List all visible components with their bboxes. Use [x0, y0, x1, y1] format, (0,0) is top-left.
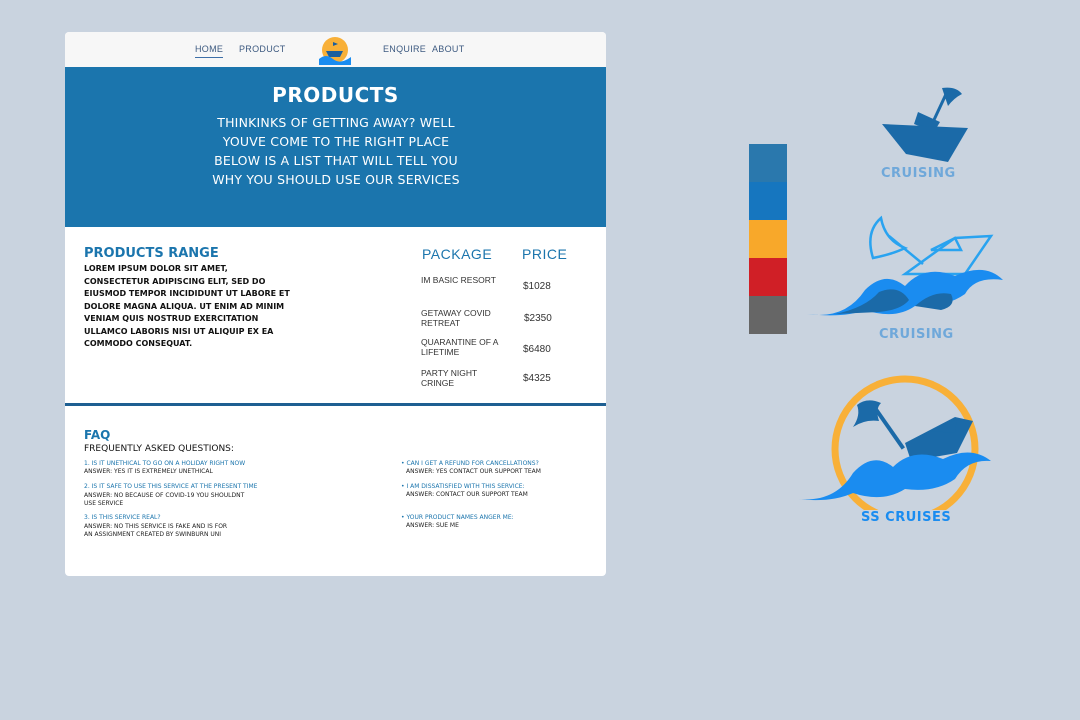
ship-logo-icon[interactable] — [317, 35, 353, 65]
faq-question: 1. IS IT UNETHICAL TO GO ON A HOLIDAY RI… — [84, 460, 246, 467]
table-row-package: PARTY NIGHT CRINGE — [421, 368, 478, 388]
palette-swatch — [749, 182, 787, 220]
faq-answer: ANSWER: NO THIS SERVICE IS FAKE AND IS F… — [84, 523, 228, 538]
table-row-price: $2350 — [524, 313, 552, 324]
table-row-price: $4325 — [523, 373, 551, 384]
hero-banner: PRODUCTS THINKINKS OF GETTING AWAY? WELL… — [65, 67, 606, 227]
ship-logo-icon — [882, 87, 968, 162]
brand-label: SS CRUISES — [861, 510, 952, 525]
sun-ship-logo-icon — [797, 375, 991, 510]
table-header-package: PACKAGE — [422, 246, 493, 262]
top-nav: HOME PRODUCT ENQUIRE ABOUT — [65, 32, 606, 68]
faq-question: • YOUR PRODUCT NAMES ANGER ME: — [401, 514, 514, 521]
nav-home-link[interactable]: HOME — [195, 44, 224, 58]
nav-enquire-link[interactable]: ENQUIRE — [383, 44, 426, 54]
palette-swatch — [749, 220, 787, 258]
faq-question: • I AM DISSATISFIED WITH THIS SERVICE: — [401, 483, 525, 490]
nav-about-link[interactable]: ABOUT — [432, 44, 465, 54]
hero-subtitle: THINKINKS OF GETTING AWAY? WELL YOUVE CO… — [212, 115, 460, 187]
faq-answer: ANSWER: SUE ME — [406, 522, 459, 529]
brand-label: CRUISING — [879, 327, 954, 342]
nav-product-link[interactable]: PRODUCT — [239, 44, 286, 54]
faq-heading: FAQ — [84, 428, 111, 442]
section-divider — [65, 403, 606, 406]
table-header-price: PRICE — [522, 246, 568, 262]
faq-subheading: FREQUENTLY ASKED QUESTIONS: — [84, 444, 234, 454]
table-row-price: $6480 — [523, 344, 551, 355]
faq-question: • CAN I GET A REFUND FOR CANCELLATIONS? — [401, 460, 539, 467]
ship-waves-logo-icon — [807, 215, 1003, 316]
website-mockup: HOME PRODUCT ENQUIRE ABOUT PRODUCTS THIN… — [65, 32, 606, 576]
table-row-price: $1028 — [523, 281, 551, 292]
faq-answer: ANSWER: NO BECAUSE OF COVID-19 YOU SHOUL… — [84, 492, 245, 507]
page-title: PRODUCTS — [272, 83, 399, 107]
products-range-text: LOREM IPSUM DOLOR SIT AMET, CONSECTETUR … — [84, 264, 290, 348]
palette-swatch — [749, 144, 787, 182]
faq-answer: ANSWER: YES IT IS EXTREMELY UNETHICAL — [84, 468, 213, 475]
brand-label: CRUISING — [881, 166, 956, 181]
palette-swatch — [749, 258, 787, 296]
faq-answer: ANSWER: CONTACT OUR SUPPORT TEAM — [406, 491, 528, 498]
palette-swatch — [749, 296, 787, 334]
table-row-package: QUARANTINE OF A LIFETIME — [421, 337, 498, 357]
table-row-package: IM BASIC RESORT — [421, 275, 496, 285]
products-range-heading: PRODUCTS RANGE — [84, 246, 219, 261]
faq-answer: ANSWER: YES CONTACT OUR SUPPORT TEAM — [406, 468, 541, 475]
faq-question: 3. IS THIS SERVICE REAL? — [84, 514, 161, 521]
faq-question: 2. IS IT SAFE TO USE THIS SERVICE AT THE… — [84, 483, 258, 490]
table-row-package: GETAWAY COVID RETREAT — [421, 308, 491, 328]
